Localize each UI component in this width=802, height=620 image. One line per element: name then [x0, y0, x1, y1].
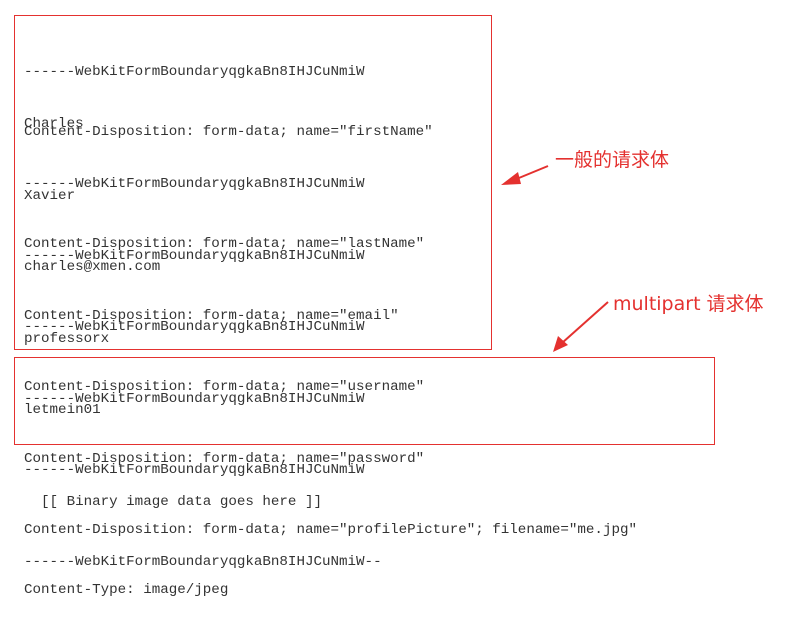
field-value-line: Xavier [24, 188, 76, 204]
field-value-line: letmein01 [24, 402, 101, 418]
multipart-body-label: multipart 请求体 [613, 293, 764, 315]
field-value-line: professorx [24, 331, 110, 347]
multipart-arrow-icon [553, 301, 609, 352]
trailer-group: [[ Binary image data goes here ]] ------… [24, 452, 382, 592]
closing-boundary-line: ------WebKitFormBoundaryqgkaBn8IHJCuNmiW… [24, 554, 382, 570]
field-value-line: Charles [24, 116, 84, 132]
general-body-label: 一般的请求体 [555, 149, 670, 171]
general-arrow-icon [501, 165, 549, 185]
binary-placeholder-line: [[ Binary image data goes here ]] [24, 494, 322, 510]
field-value-line: charles@xmen.com [24, 259, 161, 275]
